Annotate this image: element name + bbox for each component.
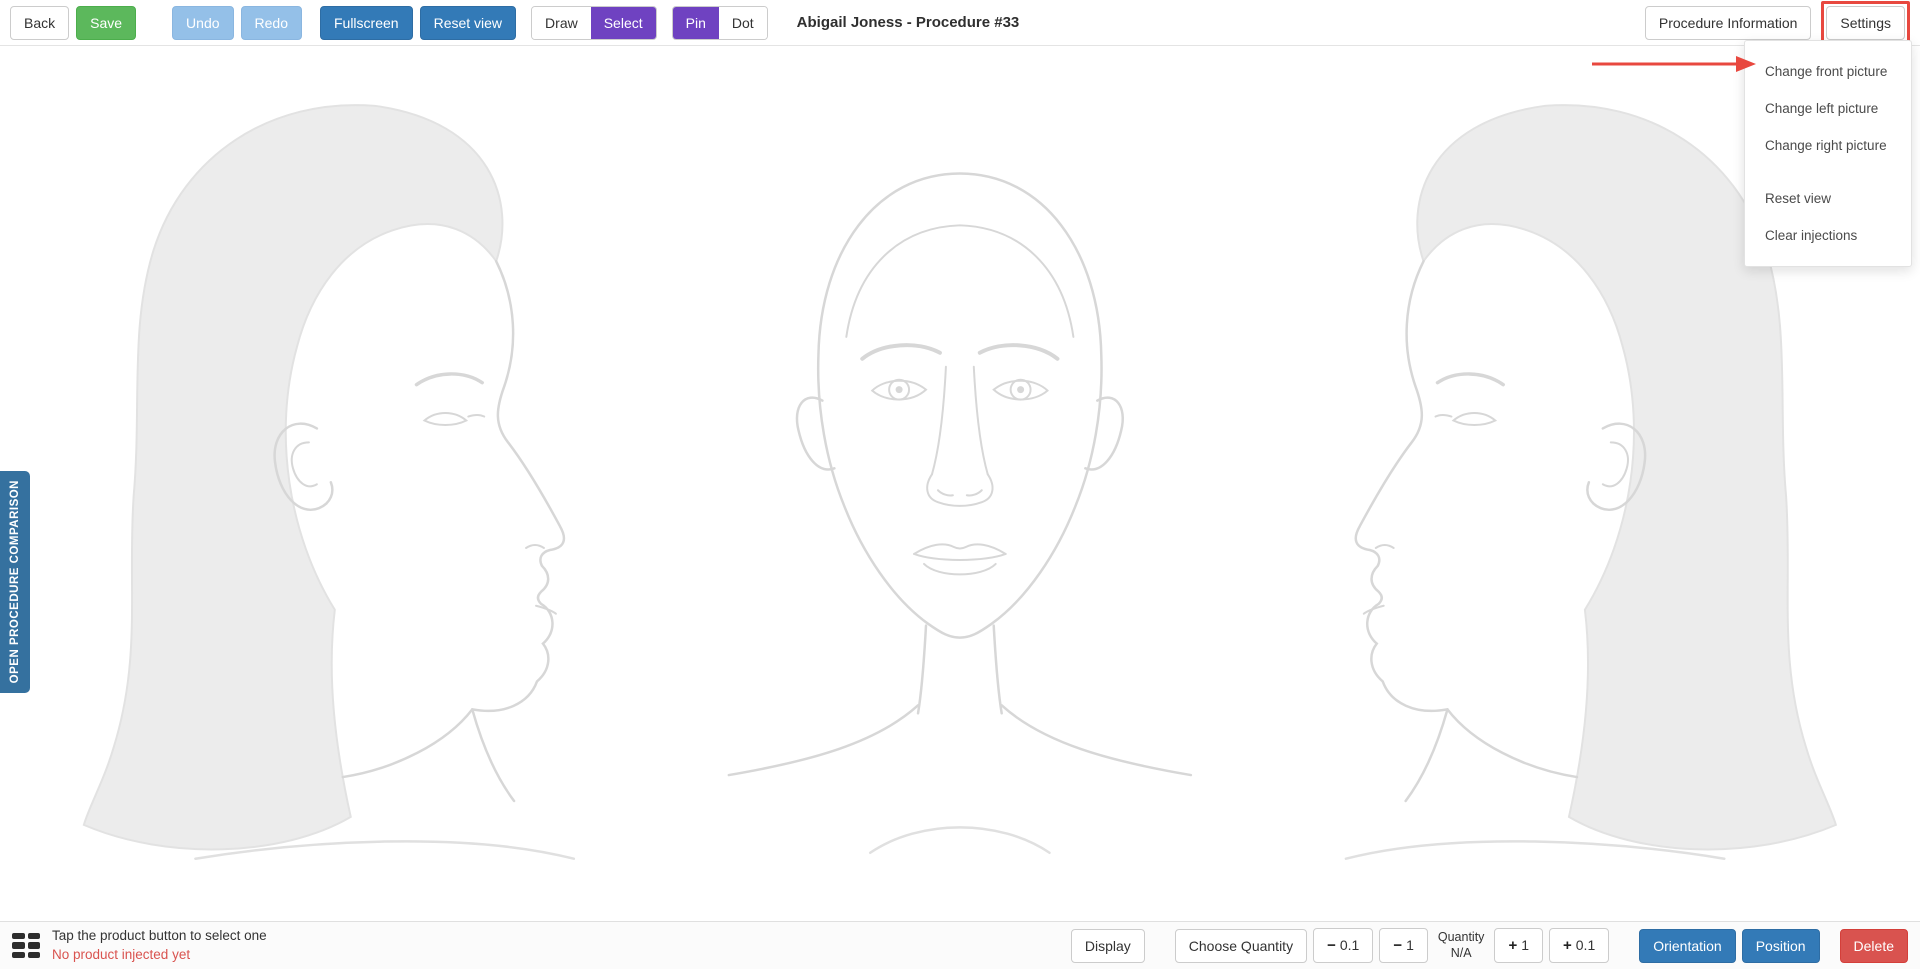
toolbar: Back Save Undo Redo Fullscreen Reset vie… xyxy=(0,0,1920,46)
left-profile-sketch xyxy=(46,56,604,913)
annotation-arrow xyxy=(1588,52,1760,76)
minus-icon: − xyxy=(1327,937,1336,954)
minus-icon: − xyxy=(1393,937,1402,954)
fullscreen-button[interactable]: Fullscreen xyxy=(320,6,413,40)
delete-button[interactable]: Delete xyxy=(1840,929,1908,963)
plus-icon: + xyxy=(1508,937,1517,954)
menu-item-change-front-picture[interactable]: Change front picture xyxy=(1745,53,1911,90)
no-product-warning: No product injected yet xyxy=(52,946,267,964)
redo-button[interactable]: Redo xyxy=(241,6,302,40)
decrease-quantity-one-button[interactable]: −1 xyxy=(1379,928,1428,963)
increase-quantity-small-button[interactable]: +0.1 xyxy=(1549,928,1609,963)
injection-canvas[interactable] xyxy=(0,47,1920,921)
menu-item-clear-injections[interactable]: Clear injections xyxy=(1745,217,1911,254)
procedure-information-button[interactable]: Procedure Information xyxy=(1645,6,1812,40)
decrease-quantity-small-button[interactable]: −0.1 xyxy=(1313,928,1373,963)
product-hint-text: Tap the product button to select one xyxy=(52,927,267,945)
pin-dot-toggle-group: Pin Dot xyxy=(672,6,768,40)
product-grid-icon xyxy=(12,952,25,959)
increase-small-value: 0.1 xyxy=(1576,937,1595,953)
page-title: Abigail Joness - Procedure #33 xyxy=(797,14,1020,31)
draw-toggle[interactable]: Draw xyxy=(532,7,591,39)
front-face-sketch xyxy=(681,56,1239,913)
decrease-small-value: 0.1 xyxy=(1340,937,1359,953)
menu-group-gap xyxy=(1745,164,1911,180)
annotation-highlight-settings: Settings xyxy=(1821,1,1910,45)
orientation-button[interactable]: Orientation xyxy=(1639,929,1735,963)
plus-icon: + xyxy=(1563,937,1572,954)
product-grid-icon xyxy=(28,952,41,959)
display-button[interactable]: Display xyxy=(1071,929,1145,963)
undo-button[interactable]: Undo xyxy=(172,6,233,40)
draw-select-toggle-group: Draw Select xyxy=(531,6,657,40)
decrease-one-value: 1 xyxy=(1406,937,1414,953)
save-button[interactable]: Save xyxy=(76,6,136,40)
face-front[interactable] xyxy=(643,47,1278,921)
quantity-label: Quantity xyxy=(1438,930,1485,946)
menu-item-change-left-picture[interactable]: Change left picture xyxy=(1745,90,1911,127)
choose-quantity-button[interactable]: Choose Quantity xyxy=(1175,929,1307,963)
position-button[interactable]: Position xyxy=(1742,929,1820,963)
select-toggle[interactable]: Select xyxy=(591,7,656,39)
open-procedure-comparison-tab[interactable]: OPEN PROCEDURE COMPARISON xyxy=(0,471,30,693)
quantity-readout: Quantity N/A xyxy=(1434,930,1489,961)
settings-button[interactable]: Settings xyxy=(1826,6,1905,40)
settings-menu: Change front picture Change left picture… xyxy=(1744,40,1912,267)
toolbar-right-group: Procedure Information Settings xyxy=(1645,1,1910,45)
quantity-value: N/A xyxy=(1438,946,1485,962)
bottom-controls: Display Choose Quantity −0.1 −1 Quantity… xyxy=(1071,928,1908,963)
face-left-profile[interactable] xyxy=(8,47,643,921)
product-grid-icon xyxy=(12,942,25,949)
pin-toggle[interactable]: Pin xyxy=(673,7,719,39)
reset-view-button[interactable]: Reset view xyxy=(420,6,516,40)
product-grid-icon xyxy=(12,933,25,940)
bottom-bar: Tap the product button to select one No … xyxy=(0,921,1920,969)
menu-item-reset-view[interactable]: Reset view xyxy=(1745,180,1911,217)
menu-item-change-right-picture[interactable]: Change right picture xyxy=(1745,127,1911,164)
product-grid-icon xyxy=(28,933,41,940)
bottom-messages: Tap the product button to select one No … xyxy=(52,927,267,963)
side-tab-label: OPEN PROCEDURE COMPARISON xyxy=(9,480,21,683)
increase-one-value: 1 xyxy=(1521,937,1529,953)
product-grid-icon xyxy=(28,942,41,949)
product-button[interactable] xyxy=(12,933,40,959)
dot-toggle[interactable]: Dot xyxy=(719,7,767,39)
increase-quantity-one-button[interactable]: +1 xyxy=(1494,928,1543,963)
back-button[interactable]: Back xyxy=(10,6,69,40)
